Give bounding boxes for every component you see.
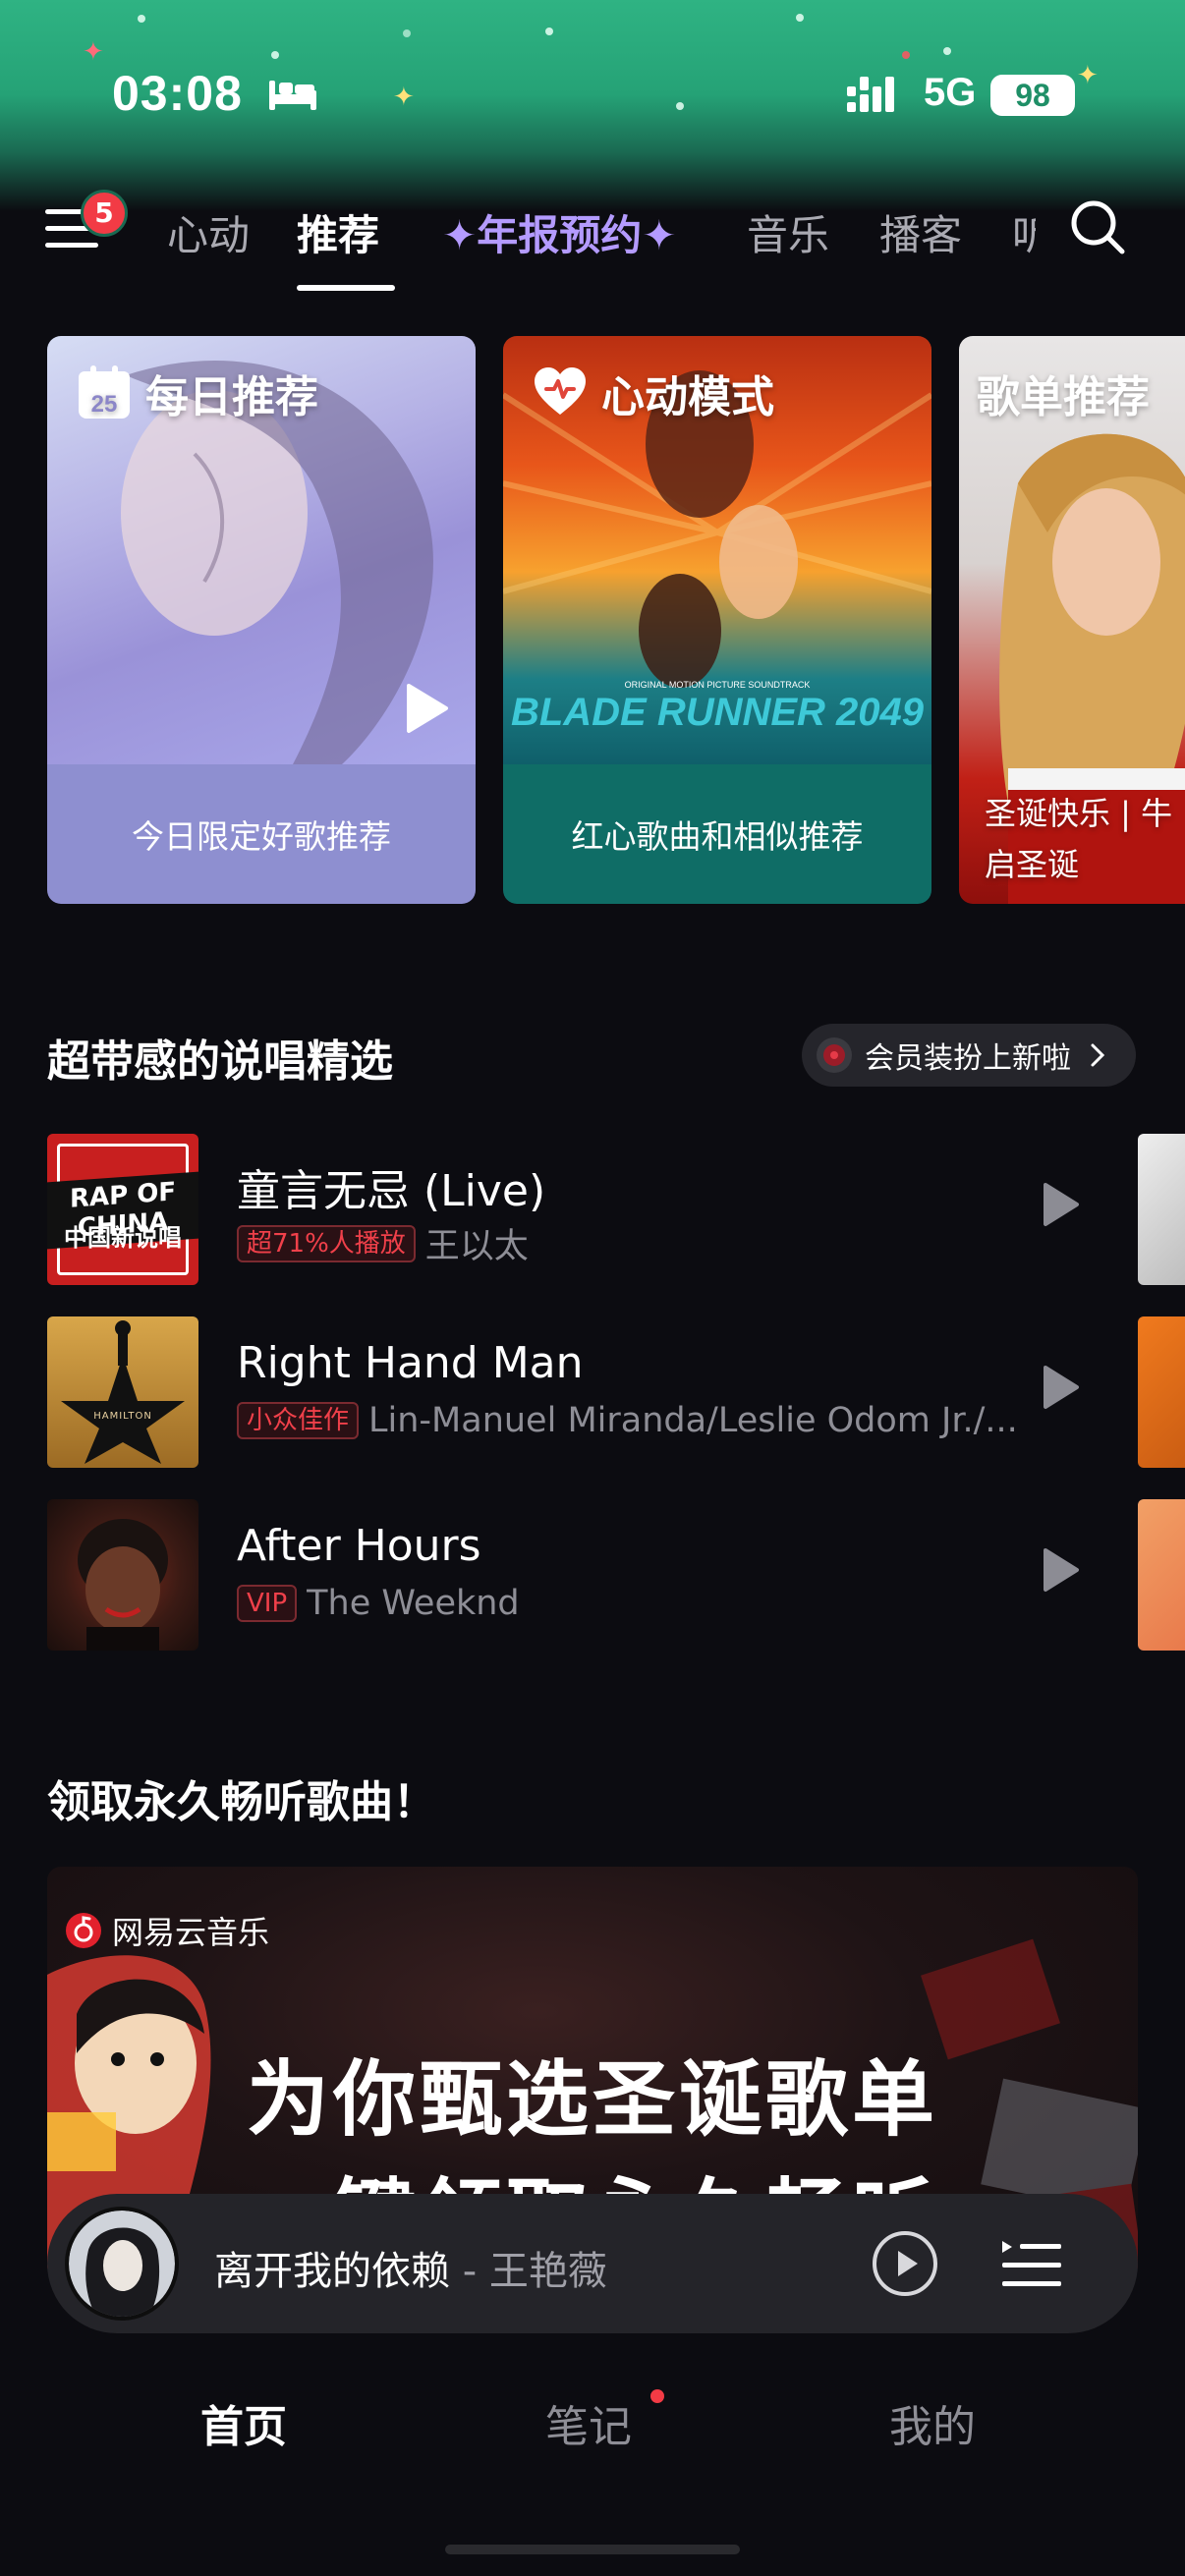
track-separator: -: [450, 2249, 489, 2294]
song-row[interactable]: After Hours VIP The Weeknd: [47, 1499, 1089, 1652]
sleep-mode-icon: [269, 81, 316, 110]
clock: 03:08: [112, 66, 243, 121]
heartbeat-mode-card[interactable]: ORIGINAL MOTION PICTURE SOUNDTRACK BLADE…: [503, 336, 931, 904]
play-icon[interactable]: [1042, 1364, 1081, 1411]
brand-name: 网易云音乐: [112, 1914, 270, 1951]
daily-recommend-card[interactable]: 25 每日推荐 今日限定好歌推荐: [47, 336, 476, 904]
playlist-recommend-card[interactable]: 歌单推荐 圣诞快乐 | 牛 启圣诞: [959, 336, 1185, 904]
calendar-day: 25: [91, 391, 118, 418]
song-title: Right Hand Man: [237, 1338, 584, 1388]
network-type: 5G: [924, 71, 977, 114]
card-title: 心动模式: [601, 372, 774, 422]
play-button-icon[interactable]: [871, 2229, 939, 2298]
star-decoration-icon: ✦: [1077, 61, 1099, 90]
play-icon[interactable]: [1042, 1181, 1081, 1228]
card-caption: 今日限定好歌推荐: [47, 764, 476, 904]
art-small-text: ORIGINAL MOTION PICTURE SOUNDTRACK: [625, 680, 811, 690]
heart-icon: [535, 367, 586, 415]
card-caption: 圣诞快乐 | 牛 启圣诞: [985, 795, 1173, 883]
rap-of-china-cover: RAP OF CHINA 中国新说唱: [47, 1134, 198, 1285]
star-decoration-icon: ✦: [83, 37, 104, 67]
song-row[interactable]: HAMILTON Right Hand Man 小众佳作 Lin-Manuel …: [47, 1316, 1089, 1470]
hamilton-cover: HAMILTON: [47, 1316, 198, 1468]
niche-tag: 小众佳作: [237, 1402, 360, 1439]
after-hours-cover: [47, 1499, 198, 1651]
mini-player[interactable]: 离开我的依赖 - 王艳薇: [47, 2194, 1138, 2333]
now-playing-artist: 王艳薇: [488, 2249, 607, 2294]
card-title: 每日推荐: [145, 372, 318, 422]
nav-home[interactable]: 首页: [200, 2391, 287, 2454]
nav-notes[interactable]: 笔记: [545, 2391, 632, 2454]
vinyl-disc-icon: [817, 1037, 852, 1073]
song-row[interactable]: RAP OF CHINA 中国新说唱 童言无忌 (Live) 超71%人播放 王…: [47, 1134, 1089, 1287]
next-column-cover: [1138, 1316, 1185, 1468]
section-title-rap: 超带感的说唱精选: [47, 1036, 393, 1087]
cover-text: 中国新说唱: [64, 1224, 182, 1252]
vip-tag: VIP: [237, 1585, 298, 1622]
song-artist: Lin-Manuel Miranda/Leslie Odom Jr./...: [368, 1401, 1018, 1440]
tab-heartbeat[interactable]: 心动: [167, 202, 250, 262]
tab-podcast[interactable]: 播客: [879, 202, 962, 262]
tab-listen[interactable]: 听: [1012, 202, 1036, 262]
home-indicator: [445, 2545, 740, 2554]
card-title: 歌单推荐: [977, 372, 1150, 422]
now-playing-cover: [65, 2207, 179, 2321]
banner-headline: 为你甄选圣诞歌单: [246, 2051, 938, 2148]
cover-text: HAMILTON: [93, 1411, 152, 1422]
card-caption: 红心歌曲和相似推荐: [503, 764, 931, 904]
play-icon[interactable]: [1042, 1546, 1081, 1594]
song-title: After Hours: [237, 1521, 481, 1571]
song-artist: 王以太: [424, 1227, 529, 1266]
song-artist: The Weeknd: [307, 1584, 520, 1623]
battery-indicator: 98: [990, 75, 1075, 116]
playlist-queue-icon[interactable]: [1000, 2237, 1061, 2292]
play-icon[interactable]: [403, 682, 450, 735]
now-playing-title: 离开我的依赖: [214, 2249, 450, 2294]
status-bar: ✦ ✦ ✦ 03:08 5G 98: [0, 0, 1185, 211]
song-title: 童言无忌 (Live): [237, 1166, 546, 1216]
section-title-banner: 领取永久畅听歌曲！: [47, 1777, 436, 1827]
tab-annual-report[interactable]: ✦年报预约✦: [442, 202, 676, 262]
pill-label: 会员装扮上新啦: [865, 1041, 1071, 1076]
calendar-icon: 25: [79, 365, 130, 419]
popularity-tag: 超71%人播放: [237, 1224, 416, 1262]
chevron-right-icon: [1091, 1043, 1105, 1067]
nav-mine[interactable]: 我的: [889, 2391, 976, 2454]
star-decoration-icon: ✦: [393, 83, 415, 112]
vip-dress-up-pill[interactable]: 会员装扮上新啦: [802, 1024, 1136, 1087]
art-title-text: BLADE RUNNER 2049: [511, 691, 925, 734]
next-column-cover: [1138, 1134, 1185, 1285]
cellular-signal-icon: [847, 77, 894, 112]
netease-logo-icon: [66, 1913, 101, 1948]
search-icon[interactable]: [1068, 197, 1127, 256]
menu-notification-badge: 5: [81, 190, 128, 237]
next-column-cover: [1138, 1499, 1185, 1651]
active-tab-indicator: [297, 285, 395, 291]
tab-music[interactable]: 音乐: [747, 202, 829, 262]
tab-recommend[interactable]: 推荐: [297, 202, 379, 262]
notes-unread-dot: [650, 2389, 664, 2403]
